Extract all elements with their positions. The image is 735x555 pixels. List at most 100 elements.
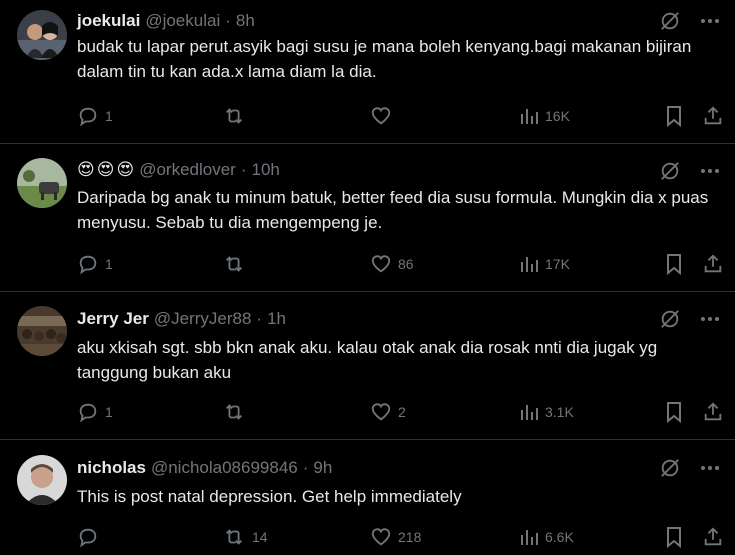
like-button[interactable]: 2 bbox=[370, 401, 406, 423]
repost-icon bbox=[226, 108, 242, 124]
timestamp[interactable]: 10h bbox=[252, 160, 280, 180]
post[interactable]: joekulai @joekulai · 8h budak tu lapar p… bbox=[0, 0, 735, 144]
more-options-icon[interactable] bbox=[697, 455, 723, 481]
share-button[interactable] bbox=[702, 253, 724, 275]
post[interactable]: nicholas @nichola08699846 · 9h This is p… bbox=[0, 440, 735, 555]
post-text: aku xkisah sgt. sbb bkn anak aku. kalau … bbox=[77, 338, 658, 382]
reply-icon bbox=[79, 528, 97, 548]
share-icon bbox=[704, 106, 722, 125]
views-icon bbox=[521, 405, 538, 420]
view-count: 16K bbox=[545, 108, 570, 124]
avatar[interactable] bbox=[17, 306, 67, 356]
like-count: 218 bbox=[398, 529, 422, 545]
post[interactable]: Jerry Jer @JerryJer88 · 1h aku xkisah sg… bbox=[0, 292, 735, 440]
post-text: Daripada bg anak tu minum batuk, better … bbox=[77, 188, 709, 232]
separator-dot: · bbox=[240, 160, 247, 179]
like-button[interactable]: 86 bbox=[370, 253, 414, 275]
reply-icon bbox=[79, 255, 97, 275]
like-button[interactable] bbox=[370, 105, 398, 127]
grok-icon[interactable] bbox=[657, 455, 683, 481]
share-button[interactable] bbox=[702, 105, 724, 127]
post-actions: 1 86 17K bbox=[77, 251, 725, 277]
views-button[interactable]: 3.1K bbox=[519, 402, 574, 422]
bookmark-button[interactable] bbox=[664, 105, 684, 127]
timestamp[interactable]: 1h bbox=[267, 309, 286, 329]
views-button[interactable]: 6.6K bbox=[519, 527, 574, 547]
grok-icon[interactable] bbox=[657, 8, 683, 34]
like-count: 86 bbox=[398, 256, 414, 272]
user-handle[interactable]: @JerryJer88 bbox=[154, 309, 252, 329]
reply-button[interactable]: 1 bbox=[77, 253, 113, 275]
bookmark-button[interactable] bbox=[664, 526, 684, 548]
post-actions: 14 218 6.6K bbox=[77, 524, 725, 550]
display-name[interactable]: nicholas bbox=[77, 458, 146, 478]
user-handle[interactable]: @joekulai bbox=[145, 11, 220, 31]
views-icon bbox=[521, 109, 538, 124]
heart-eyes-emoji: 😍 bbox=[96, 160, 115, 179]
share-icon bbox=[704, 402, 722, 421]
heart-eyes-emoji: 😍 bbox=[116, 160, 135, 179]
share-button[interactable] bbox=[702, 526, 724, 548]
repost-button[interactable] bbox=[222, 253, 252, 275]
separator-dot: · bbox=[302, 458, 309, 477]
view-count: 6.6K bbox=[545, 529, 574, 545]
heart-icon bbox=[371, 107, 391, 125]
repost-button[interactable] bbox=[222, 105, 252, 127]
more-options-icon[interactable] bbox=[697, 158, 723, 184]
reply-feed: joekulai @joekulai · 8h budak tu lapar p… bbox=[0, 0, 735, 555]
bookmark-icon bbox=[667, 106, 681, 127]
user-handle[interactable]: @nichola08699846 bbox=[151, 458, 298, 478]
bookmark-icon bbox=[667, 527, 681, 548]
heart-eyes-emoji: 😍 bbox=[77, 160, 95, 179]
reply-icon bbox=[79, 107, 97, 127]
reply-count: 1 bbox=[105, 108, 113, 124]
bookmark-button[interactable] bbox=[664, 253, 684, 275]
display-name[interactable]: Jerry Jer bbox=[77, 309, 149, 329]
display-name-emoji[interactable]: 😍 😍 😍 bbox=[77, 160, 134, 180]
grok-icon[interactable] bbox=[657, 306, 683, 332]
share-icon bbox=[704, 254, 722, 273]
repost-button[interactable] bbox=[222, 401, 252, 423]
heart-icon bbox=[371, 528, 391, 546]
share-button[interactable] bbox=[702, 401, 724, 423]
like-button[interactable]: 218 bbox=[370, 526, 421, 548]
heart-icon bbox=[371, 403, 391, 421]
post-actions: 1 16K bbox=[77, 103, 725, 129]
timestamp[interactable]: 9h bbox=[313, 458, 332, 478]
repost-count: 14 bbox=[252, 529, 268, 545]
reply-button[interactable] bbox=[77, 526, 105, 548]
grok-icon[interactable] bbox=[657, 158, 683, 184]
view-count: 3.1K bbox=[545, 404, 574, 420]
reply-count: 1 bbox=[105, 404, 113, 420]
views-button[interactable]: 17K bbox=[519, 254, 570, 274]
views-icon bbox=[521, 257, 538, 272]
reply-button[interactable]: 1 bbox=[77, 401, 113, 423]
view-count: 17K bbox=[545, 256, 570, 272]
post-header: nicholas @nichola08699846 · 9h bbox=[77, 456, 332, 480]
repost-icon bbox=[226, 256, 242, 272]
post-text: budak tu lapar perut.asyik bagi susu je … bbox=[77, 37, 692, 81]
display-name[interactable]: joekulai bbox=[77, 11, 140, 31]
like-count: 2 bbox=[398, 404, 406, 420]
separator-dot: · bbox=[256, 309, 263, 328]
reply-button[interactable]: 1 bbox=[77, 105, 113, 127]
post[interactable]: 😍 😍 😍 @orkedlover · 10h Daripada bg anak… bbox=[0, 144, 735, 292]
post-header: joekulai @joekulai · 8h bbox=[77, 9, 255, 33]
post-text: This is post natal depression. Get help … bbox=[77, 487, 462, 506]
avatar[interactable] bbox=[17, 10, 67, 60]
more-options-icon[interactable] bbox=[697, 306, 723, 332]
user-handle[interactable]: @orkedlover bbox=[139, 160, 236, 180]
bookmark-button[interactable] bbox=[664, 401, 684, 423]
bookmark-icon bbox=[667, 254, 681, 275]
avatar[interactable] bbox=[17, 158, 67, 208]
bookmark-icon bbox=[667, 402, 681, 423]
views-icon bbox=[521, 530, 538, 545]
heart-icon bbox=[371, 255, 391, 273]
repost-button[interactable]: 14 bbox=[222, 526, 268, 548]
reply-icon bbox=[79, 403, 97, 423]
post-actions: 1 2 3.1K bbox=[77, 399, 725, 425]
more-options-icon[interactable] bbox=[697, 8, 723, 34]
avatar[interactable] bbox=[17, 455, 67, 505]
views-button[interactable]: 16K bbox=[519, 106, 570, 126]
timestamp[interactable]: 8h bbox=[236, 11, 255, 31]
